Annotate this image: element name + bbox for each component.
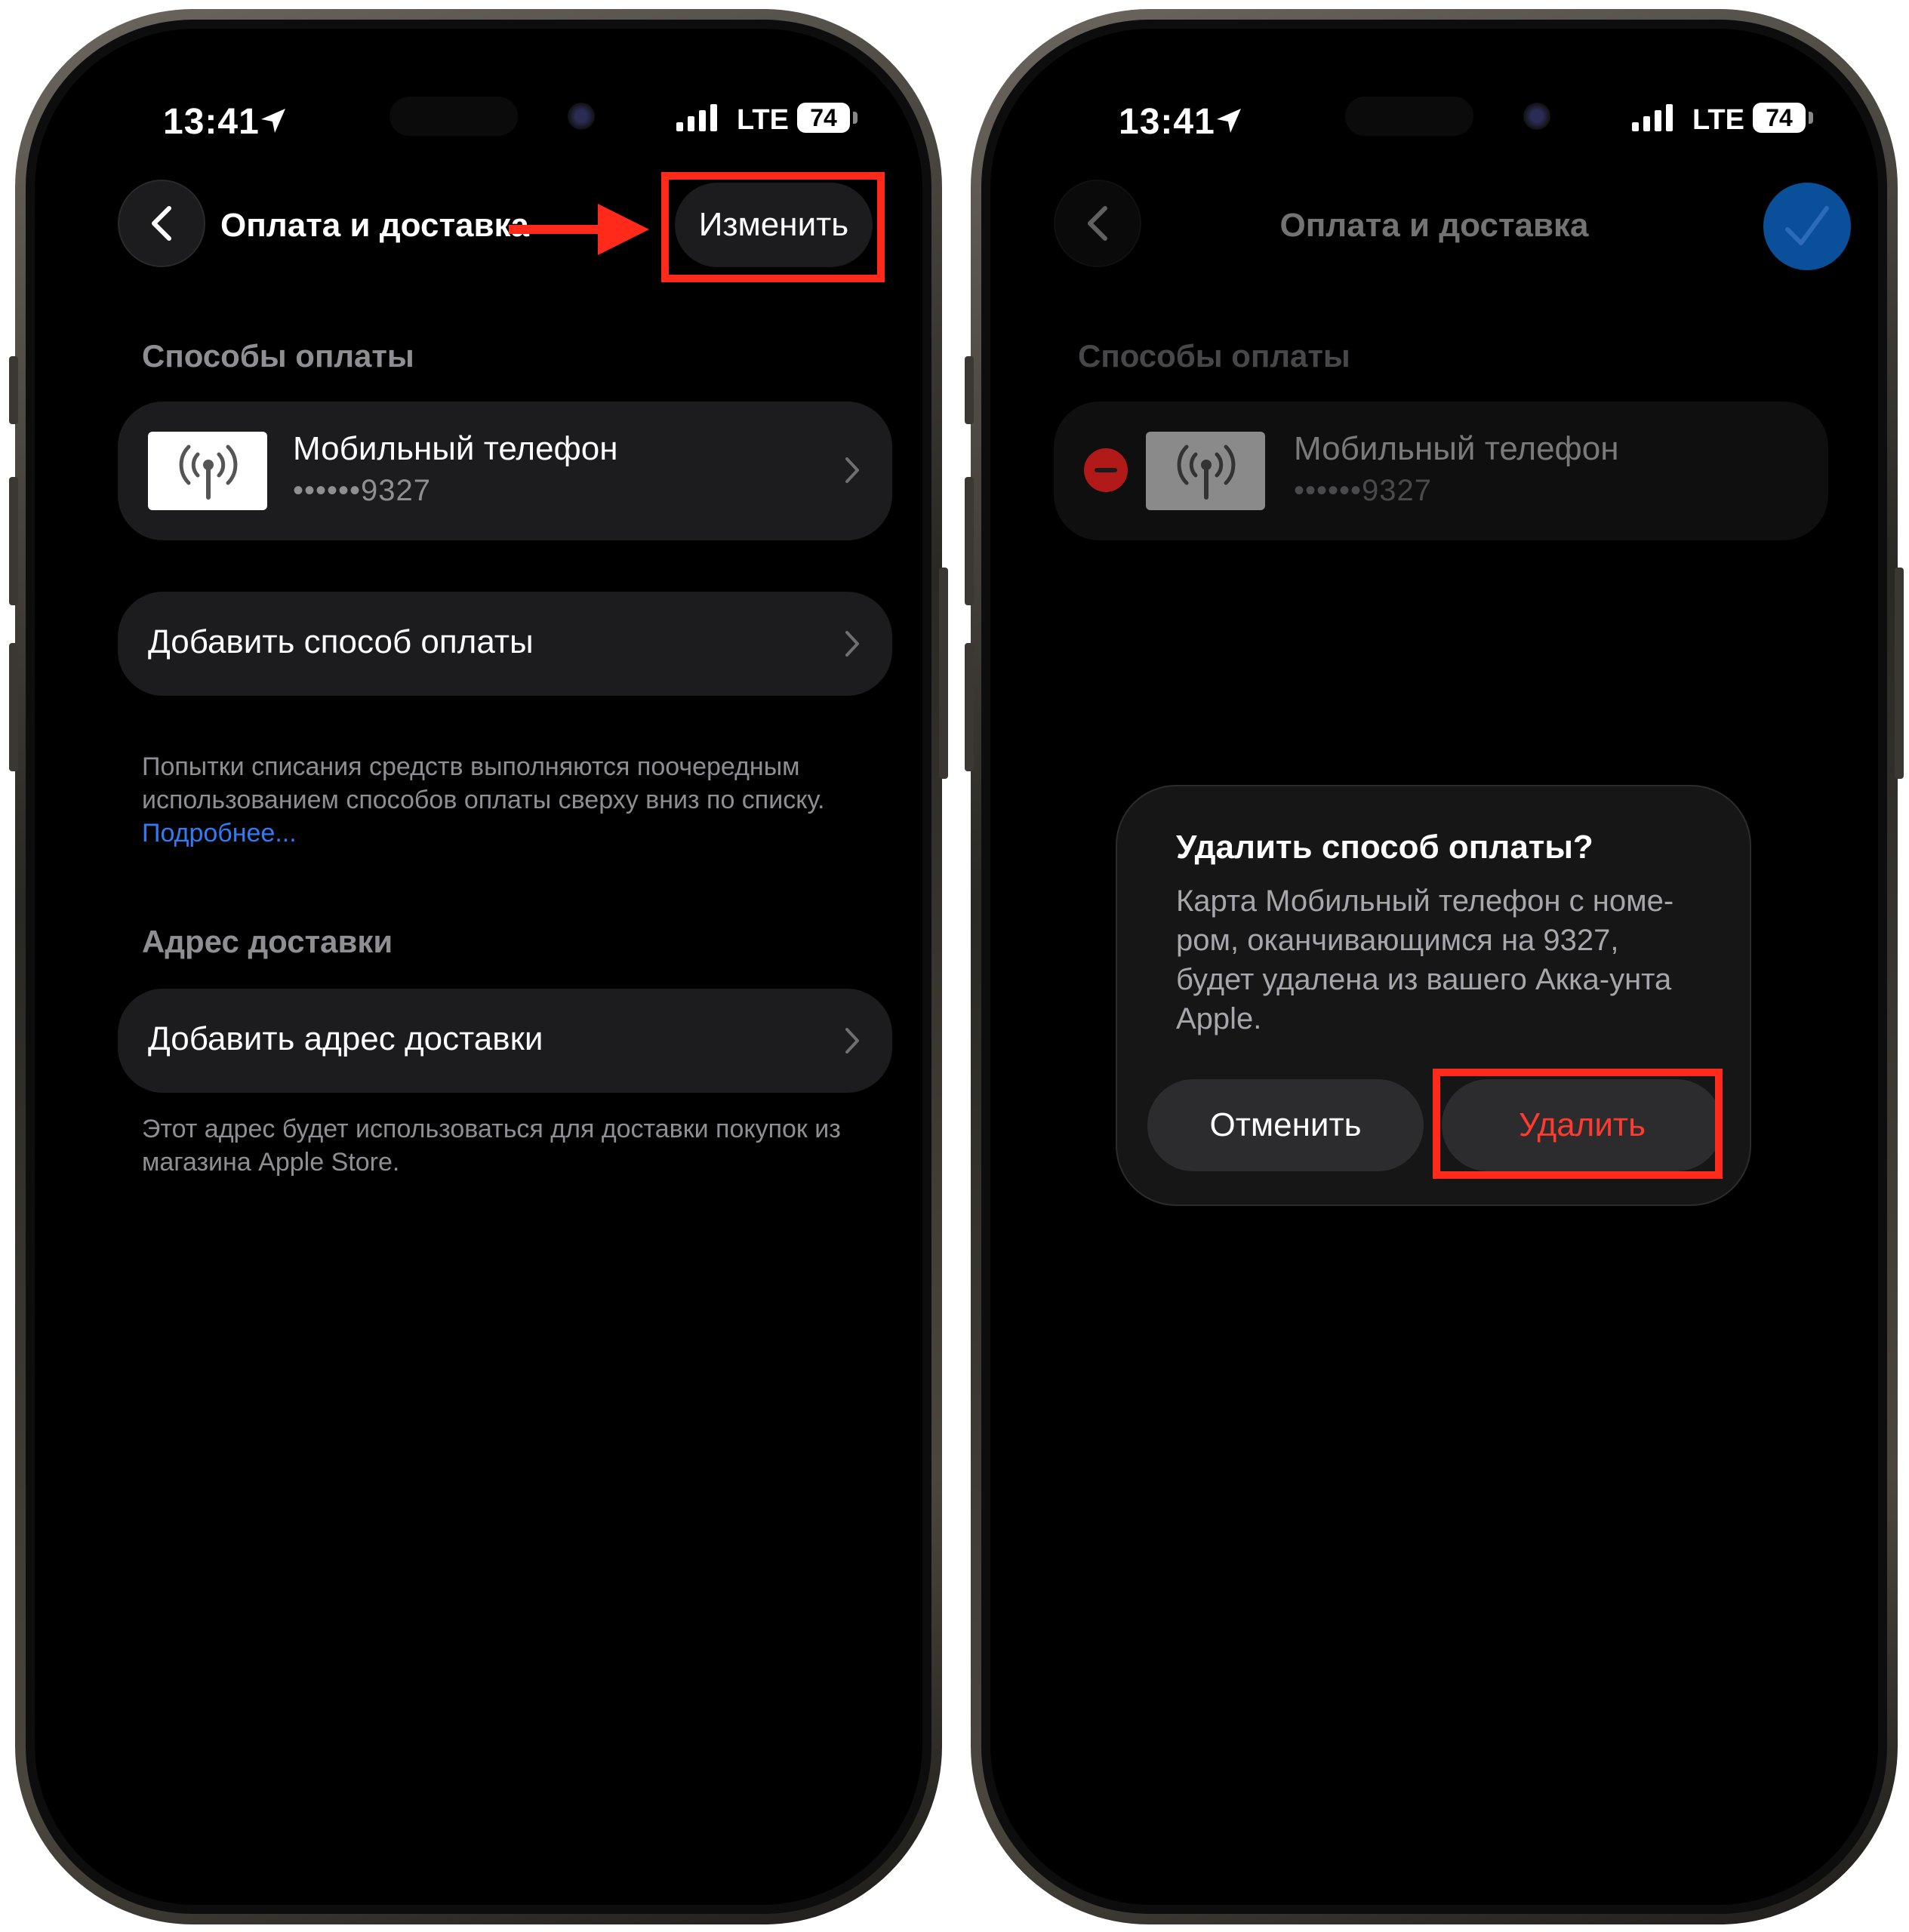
volume-up-button [9,477,18,605]
battery-level: 74 [810,104,837,131]
learn-more-link[interactable]: Подробнее... [142,819,297,848]
payment-method-name: Мобильный телефон [1294,430,1619,467]
back-button[interactable] [118,180,205,267]
dialog-title: Удалить способ оплаты? [1176,829,1593,866]
done-button[interactable] [1763,183,1851,270]
dynamic-island [389,97,518,136]
camera-icon [1523,103,1550,130]
add-shipping-address-row[interactable]: Добавить адрес доставки [118,989,892,1093]
status-bar: 13:41 LTE 74 [35,97,922,142]
payment-method-number: ••••••9327 [1294,474,1433,507]
page-title: Оплата и доставка [220,207,529,244]
battery-tip [853,112,858,124]
battery-icon: 74 [1753,103,1806,133]
chevron-right-icon [845,631,859,657]
chevron-left-icon [152,206,171,241]
cancel-button[interactable]: Отменить [1147,1079,1424,1171]
battery-level: 74 [1766,104,1793,131]
power-button [939,568,948,779]
power-button [1895,568,1904,779]
chevron-right-icon [845,1028,859,1054]
cellular-signal-icon [1632,104,1673,131]
payment-methods-header: Способы оплаты [1078,338,1350,374]
left-screen: 13:41 LTE 74 Оплата и доставка Изменить … [35,29,922,1905]
battery-icon: 74 [797,103,850,133]
payment-footnote-text: Попытки списания средств выполняются поо… [142,752,825,814]
payment-method-icon [148,432,267,510]
volume-up-button [965,477,974,605]
checkmark-icon [1785,206,1829,245]
location-arrow-icon [1217,109,1241,133]
volume-down-button [965,643,974,771]
payment-methods-header: Способы оплаты [142,338,414,374]
payment-method-name: Мобильный телефон [293,430,618,467]
side-button [9,356,18,424]
status-bar: 13:41 LTE 74 [990,97,1878,142]
left-phone-frame: 13:41 LTE 74 Оплата и доставка Изменить … [9,9,948,1924]
dialog-message: Карта Мобильный телефон с номе-ром, окан… [1176,884,1674,1035]
camera-icon [568,103,595,130]
dynamic-island [1345,97,1473,136]
location-arrow-icon [261,109,285,133]
page-title: Оплата и доставка [1279,207,1589,244]
payment-method-row[interactable]: Мобильный телефон ••••••9327 [1054,401,1828,540]
volume-down-button [9,643,18,771]
battery-tip [1809,112,1813,124]
payment-footnote: Попытки списания средств выполняются поо… [142,750,867,850]
add-payment-method-row[interactable]: Добавить способ оплаты [118,592,892,696]
cellular-signal-icon [676,104,717,131]
annotation-highlight-delete [1433,1069,1723,1179]
antenna-icon [179,445,238,500]
annotation-highlight-edit [661,172,885,282]
chevron-right-icon [845,457,859,483]
payment-method-icon [1146,432,1265,510]
side-button [965,356,974,424]
network-type: LTE [737,104,789,136]
annotation-arrow [509,204,649,255]
shipping-footnote: Этот адрес будет использоваться для дост… [142,1115,841,1177]
add-shipping-address-label: Добавить адрес доставки [148,1020,543,1057]
shipping-address-header: Адрес доставки [142,924,393,959]
delete-minus-icon[interactable] [1084,448,1128,492]
status-time: 13:41 [163,102,260,142]
status-time: 13:41 [1119,102,1215,142]
antenna-icon [1177,445,1236,500]
payment-method-row[interactable]: Мобильный телефон ••••••9327 [118,401,892,540]
payment-method-number: ••••••9327 [293,474,432,507]
network-type: LTE [1692,104,1744,136]
add-payment-method-label: Добавить способ оплаты [148,623,534,660]
